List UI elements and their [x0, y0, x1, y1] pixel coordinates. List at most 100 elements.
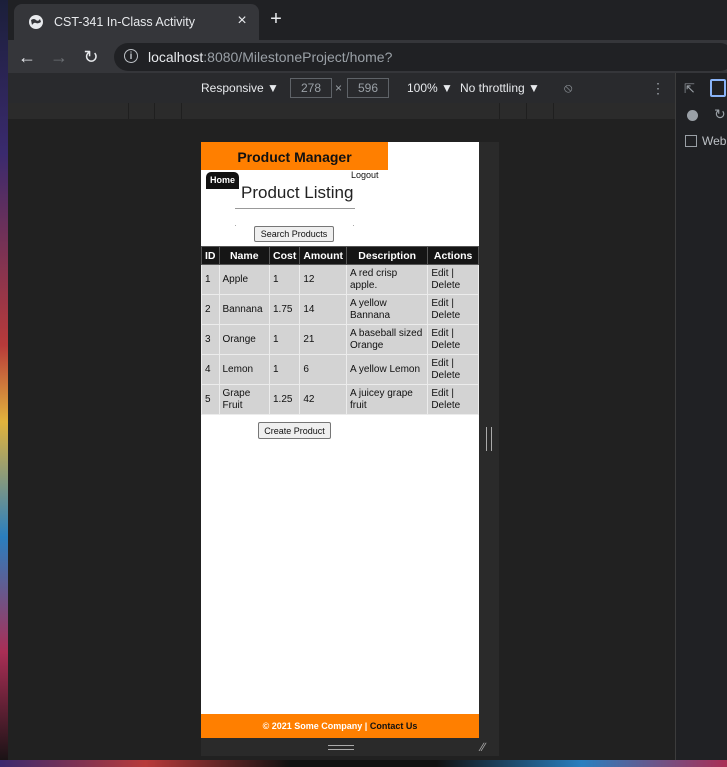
cell-actions: Edit | Delete [427, 384, 479, 415]
desktop-wallpaper-bottom [0, 760, 727, 767]
back-icon[interactable]: ← [16, 46, 38, 68]
device-mode-select[interactable]: Responsive ▼ [201, 81, 279, 95]
divider-dot [235, 225, 236, 226]
ruler-segment [128, 103, 129, 119]
contact-us-link[interactable]: Contact Us [370, 721, 418, 731]
tab-title: CST-341 In-Class Activity [54, 15, 196, 29]
plus-icon[interactable]: + [266, 8, 286, 31]
web-checkbox[interactable] [685, 135, 697, 147]
table-row: 4 Lemon 1 6 A yellow Lemon Edit | Delete [201, 354, 479, 385]
header-actions: Actions [427, 246, 479, 265]
browser-tab[interactable]: CST-341 In-Class Activity × [14, 4, 259, 40]
cell-id: 1 [201, 264, 220, 295]
cell-name: Apple [218, 264, 270, 295]
header-cost: Cost [268, 246, 301, 265]
create-product-button[interactable]: Create Product [258, 422, 331, 439]
cell-amount: 6 [299, 354, 347, 385]
edit-link[interactable]: Edit [431, 358, 448, 369]
header-description: Description [345, 246, 429, 265]
kebab-icon[interactable]: ⋮ [651, 80, 665, 97]
delete-link[interactable]: Delete [431, 310, 460, 321]
cell-amount: 42 [299, 384, 347, 415]
edit-link[interactable]: Edit [431, 268, 448, 279]
tab-strip: CST-341 In-Class Activity × + [8, 0, 727, 40]
info-icon[interactable]: i [124, 49, 138, 63]
page-footer: © 2021 Some Company | Contact Us [201, 714, 479, 738]
cell-cost: 1 [268, 354, 301, 385]
brand-banner: Product Manager [201, 142, 388, 170]
page-title: Product Listing [241, 183, 354, 202]
cell-id: 2 [201, 294, 220, 325]
rotate-icon[interactable]: ⦸ [564, 80, 572, 96]
cell-description: A yellow Lemon [345, 354, 429, 385]
desktop-wallpaper-strip [0, 0, 8, 767]
cell-name: Orange [218, 324, 270, 355]
forward-icon[interactable]: → [48, 46, 70, 68]
cell-amount: 14 [299, 294, 347, 325]
device-icon[interactable] [710, 79, 726, 97]
edit-link[interactable]: Edit [431, 388, 448, 399]
zoom-select[interactable]: 100% ▼ [407, 81, 453, 95]
cell-amount: 21 [299, 324, 347, 355]
inspect-icon[interactable]: ⇱ [684, 81, 695, 97]
edit-link[interactable]: Edit [431, 328, 448, 339]
ruler-segment [181, 103, 182, 119]
cell-cost: 1 [268, 324, 301, 355]
reload-icon[interactable]: ↻ [714, 106, 726, 123]
viewport-height-input[interactable] [347, 78, 389, 98]
url-text: localhost:8080/MilestoneProject/home? [148, 49, 393, 65]
cell-name: Bannana [218, 294, 270, 325]
cell-actions: Edit | Delete [427, 264, 479, 295]
emulated-page: Product Manager Home Logout Product List… [201, 142, 479, 738]
delete-link[interactable]: Delete [431, 400, 460, 411]
cell-actions: Edit | Delete [427, 354, 479, 385]
cell-id: 4 [201, 354, 220, 385]
edit-link[interactable]: Edit [431, 298, 448, 309]
address-bar[interactable]: i localhost:8080/MilestoneProject/home? [114, 43, 727, 71]
header-id: ID [201, 246, 220, 265]
delete-link[interactable]: Delete [431, 340, 460, 351]
table-row: 2 Bannana 1.75 14 A yellow Bannana Edit … [201, 294, 479, 325]
products-table: ID Name Cost Amount Description Actions … [201, 246, 479, 415]
header-name: Name [218, 246, 270, 265]
browser-toolbar: ← → ↻ i localhost:8080/MilestoneProject/… [8, 40, 727, 73]
web-label: Web [702, 134, 727, 148]
resize-handle-right[interactable] [479, 142, 499, 756]
divider-dot [353, 225, 354, 226]
footer-copyright: © 2021 Some Company | [262, 721, 370, 731]
globe-icon [29, 15, 43, 29]
resize-handle-bottom[interactable] [201, 738, 479, 756]
resize-corner-icon[interactable]: ∕∕ [481, 740, 485, 754]
throttling-select[interactable]: No throttling ▼ [460, 81, 540, 95]
delete-link[interactable]: Delete [431, 280, 460, 291]
close-icon[interactable]: × [232, 12, 252, 30]
cell-cost: 1 [268, 264, 301, 295]
cell-name: Lemon [218, 354, 270, 385]
media-query-ruler [8, 103, 675, 119]
cell-actions: Edit | Delete [427, 324, 479, 355]
table-row: 3 Orange 1 21 A baseball sized Orange Ed… [201, 324, 479, 355]
search-products-button[interactable]: Search Products [254, 226, 334, 242]
home-link[interactable]: Home [206, 172, 239, 189]
logout-link[interactable]: Logout [351, 170, 379, 180]
cell-cost: 1.75 [268, 294, 301, 325]
header-amount: Amount [299, 246, 347, 265]
ruler-segment [526, 103, 527, 119]
cell-amount: 12 [299, 264, 347, 295]
cell-name: Grape Fruit [218, 384, 270, 415]
cell-id: 5 [201, 384, 220, 415]
grip-icon [486, 427, 492, 451]
cell-description: A juicey grape fruit [345, 384, 429, 415]
record-icon[interactable] [687, 110, 698, 121]
cell-description: A yellow Bannana [345, 294, 429, 325]
cell-id: 3 [201, 324, 220, 355]
table-row: 1 Apple 1 12 A red crisp apple. Edit | D… [201, 264, 479, 295]
table-header-row: ID Name Cost Amount Description Actions [201, 246, 479, 265]
dimension-separator: × [335, 81, 343, 95]
table-row: 5 Grape Fruit 1.25 42 A juicey grape fru… [201, 384, 479, 415]
delete-link[interactable]: Delete [431, 370, 460, 381]
viewport-width-input[interactable] [290, 78, 332, 98]
reload-icon[interactable]: ↻ [80, 46, 102, 68]
ruler-segment [154, 103, 155, 119]
device-toolbar: Responsive ▼ × 100% ▼ No throttling ▼ ⦸ … [8, 73, 675, 104]
